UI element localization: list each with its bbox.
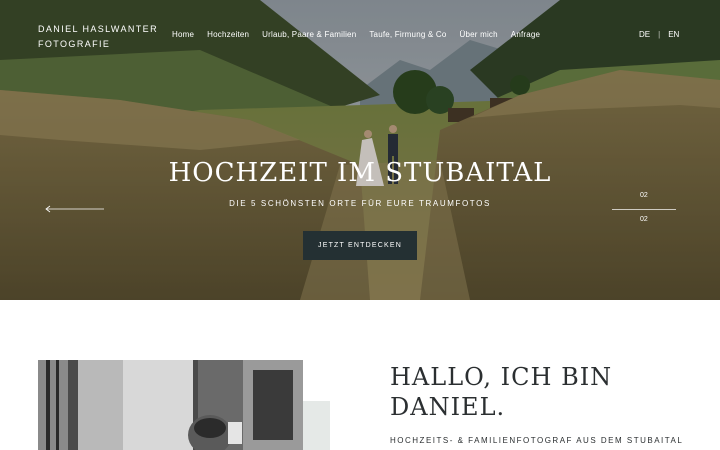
- slide-divider: [612, 209, 676, 210]
- hero-banner: DANIEL HASLWANTER FOTOGRAFIE Home Hochze…: [0, 0, 720, 300]
- slide-current: 02: [640, 192, 648, 199]
- nav-item-taufe[interactable]: Taufe, Firmung & Co: [369, 30, 446, 39]
- hero-title: HOCHZEIT IM STUBAITAL: [168, 158, 552, 188]
- lang-de[interactable]: DE: [639, 30, 650, 39]
- nav-item-anfrage[interactable]: Anfrage: [511, 30, 540, 39]
- slide-counter[interactable]: 02 02: [612, 190, 676, 230]
- nav-item-urlaub[interactable]: Urlaub, Paare & Familien: [262, 30, 356, 39]
- photo-accent-block: [300, 401, 330, 450]
- nav-item-home[interactable]: Home: [172, 30, 194, 39]
- main-nav: Home Hochzeiten Urlaub, Paare & Familien…: [172, 30, 553, 39]
- nav-item-ueber-mich[interactable]: Über mich: [460, 30, 498, 39]
- lang-en[interactable]: EN: [668, 30, 679, 39]
- lang-separator: |: [658, 30, 661, 39]
- nav-item-hochzeiten[interactable]: Hochzeiten: [207, 30, 249, 39]
- about-title: HALLO, ICH BIN DANIEL.: [390, 362, 612, 422]
- brand-name: DANIEL HASLWANTER: [38, 24, 158, 34]
- brand-tagline: FOTOGRAFIE: [38, 39, 111, 49]
- discover-button[interactable]: JETZT ENTDECKEN: [303, 231, 417, 260]
- brand-logo[interactable]: DANIEL HASLWANTER FOTOGRAFIE: [38, 22, 158, 52]
- about-title-line2: DANIEL.: [390, 393, 506, 421]
- about-title-line1: HALLO, ICH BIN: [390, 363, 613, 391]
- portrait-image: [38, 360, 303, 450]
- about-subtitle: HOCHZEITS- & FAMILIENFOTOGRAF AUS DEM ST…: [390, 436, 684, 445]
- portrait-photo: [38, 360, 303, 450]
- slide-total: 02: [640, 216, 648, 223]
- language-switcher: DE | EN: [639, 30, 679, 39]
